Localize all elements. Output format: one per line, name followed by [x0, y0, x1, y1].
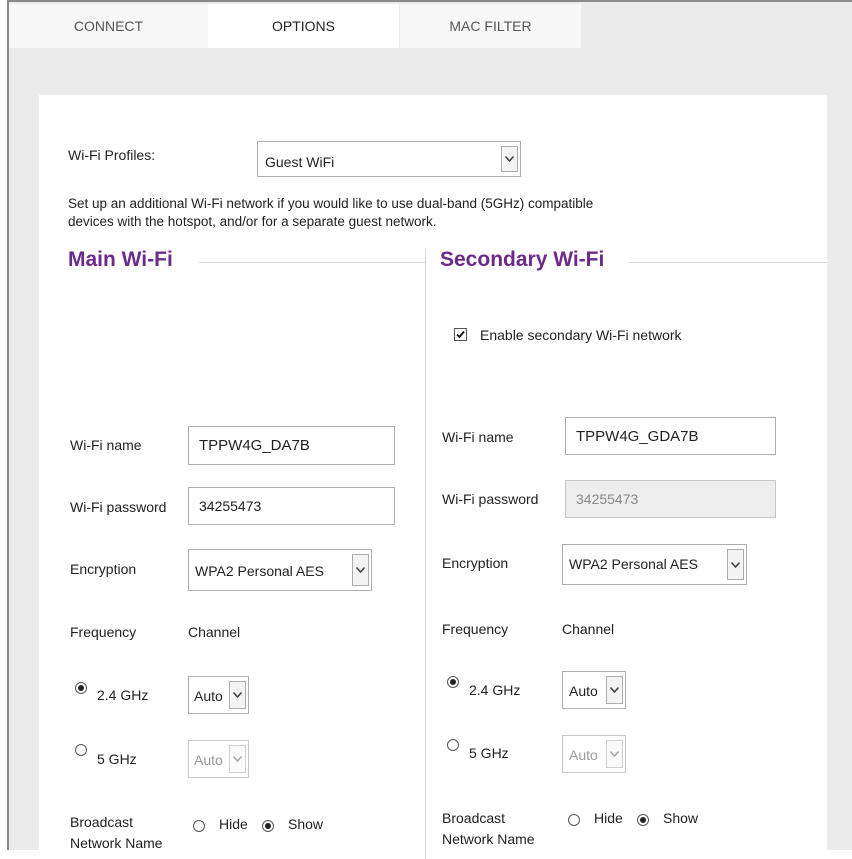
- secondary-broadcast-show-label: Show: [663, 810, 699, 826]
- description-line-1: Set up an additional Wi-Fi network if yo…: [68, 196, 594, 211]
- secondary-wifi-name-input[interactable]: TPPW4G_GDA7B: [565, 417, 776, 455]
- secondary-broadcast-hide-radio[interactable]: [568, 814, 580, 826]
- secondary-frequency-label: Frequency: [442, 621, 509, 637]
- check-icon: [456, 330, 465, 339]
- section-divider: [425, 249, 426, 859]
- secondary-band-24-channel-select[interactable]: Auto: [562, 671, 626, 709]
- main-broadcast-hide-radio[interactable]: [193, 820, 205, 832]
- tab-connect[interactable]: CONNECT: [9, 4, 208, 48]
- main-broadcast-label-2: Network Name: [70, 835, 163, 851]
- secondary-broadcast-label-1: Broadcast: [442, 810, 506, 826]
- main-band-5-channel-select[interactable]: Auto: [188, 740, 249, 778]
- main-heading-rule: [199, 262, 425, 263]
- secondary-broadcast-label-2: Network Name: [442, 831, 535, 847]
- secondary-encryption-label: Encryption: [442, 555, 509, 571]
- main-encryption-value: WPA2 Personal AES: [195, 563, 324, 579]
- main-broadcast-show-radio[interactable]: [262, 820, 274, 832]
- profiles-select-value: Guest WiFi: [265, 154, 335, 170]
- chevron-down-icon: [606, 740, 623, 768]
- main-band-5-label: 5 GHz: [97, 751, 137, 767]
- secondary-channel-label: Channel: [562, 621, 615, 637]
- main-wifi-heading: Main Wi-Fi: [68, 248, 177, 272]
- secondary-broadcast-show-radio[interactable]: [637, 814, 649, 826]
- chevron-down-icon: [352, 554, 369, 586]
- secondary-wifi-heading: Secondary Wi-Fi: [440, 248, 609, 272]
- main-wifi-name-label: Wi-Fi name: [70, 437, 142, 453]
- chevron-down-icon: [727, 549, 744, 580]
- secondary-band-24-channel-value: Auto: [569, 683, 598, 699]
- profiles-select[interactable]: Guest WiFi: [257, 141, 521, 177]
- chevron-down-icon: [229, 681, 246, 709]
- chevron-down-icon: [229, 745, 246, 773]
- secondary-band-24-label: 2.4 GHz: [469, 682, 521, 698]
- secondary-band-5-radio[interactable]: [447, 739, 459, 751]
- main-encryption-select[interactable]: WPA2 Personal AES: [188, 549, 372, 591]
- secondary-password-label: Wi-Fi password: [442, 491, 539, 507]
- main-band-24-channel-value: Auto: [194, 688, 223, 704]
- main-broadcast-hide-label: Hide: [219, 816, 248, 832]
- chevron-down-icon: [501, 146, 518, 172]
- secondary-encryption-select[interactable]: WPA2 Personal AES: [562, 544, 747, 585]
- main-band-24-channel-select[interactable]: Auto: [188, 676, 249, 714]
- profiles-label: Wi-Fi Profiles:: [68, 147, 156, 163]
- secondary-password-input[interactable]: 34255473: [565, 480, 776, 518]
- main-band-24-label: 2.4 GHz: [97, 687, 149, 703]
- tab-mac-filter[interactable]: MAC FILTER: [400, 4, 581, 48]
- secondary-band-5-label: 5 GHz: [469, 745, 509, 761]
- main-password-label: Wi-Fi password: [70, 499, 167, 515]
- main-channel-label: Channel: [188, 624, 241, 640]
- main-broadcast-label-1: Broadcast: [70, 814, 134, 830]
- main-band-5-channel-value: Auto: [194, 752, 223, 768]
- tab-options[interactable]: OPTIONS: [208, 4, 399, 48]
- secondary-broadcast-hide-label: Hide: [594, 810, 623, 826]
- main-password-input[interactable]: 34255473: [188, 487, 395, 525]
- main-broadcast-show-label: Show: [288, 816, 324, 832]
- secondary-band-5-channel-value: Auto: [569, 747, 598, 763]
- enable-secondary-checkbox[interactable]: [454, 328, 467, 341]
- main-band-5-radio[interactable]: [75, 744, 87, 756]
- secondary-heading-rule: [629, 262, 827, 263]
- main-frequency-label: Frequency: [70, 624, 137, 640]
- main-encryption-label: Encryption: [70, 561, 137, 577]
- description-line-2: devices with the hotspot, and/or for a s…: [68, 214, 437, 229]
- secondary-encryption-value: WPA2 Personal AES: [569, 556, 698, 572]
- chevron-down-icon: [606, 676, 623, 704]
- secondary-band-24-radio[interactable]: [447, 676, 459, 688]
- main-band-24-radio[interactable]: [75, 682, 87, 694]
- options-panel: Wi-Fi Profiles: Guest WiFi Set up an add…: [39, 95, 827, 859]
- main-wifi-name-input[interactable]: TPPW4G_DA7B: [188, 426, 395, 465]
- secondary-wifi-name-label: Wi-Fi name: [442, 429, 514, 445]
- secondary-band-5-channel-select[interactable]: Auto: [562, 735, 626, 773]
- enable-secondary-label: Enable secondary Wi-Fi network: [480, 327, 682, 343]
